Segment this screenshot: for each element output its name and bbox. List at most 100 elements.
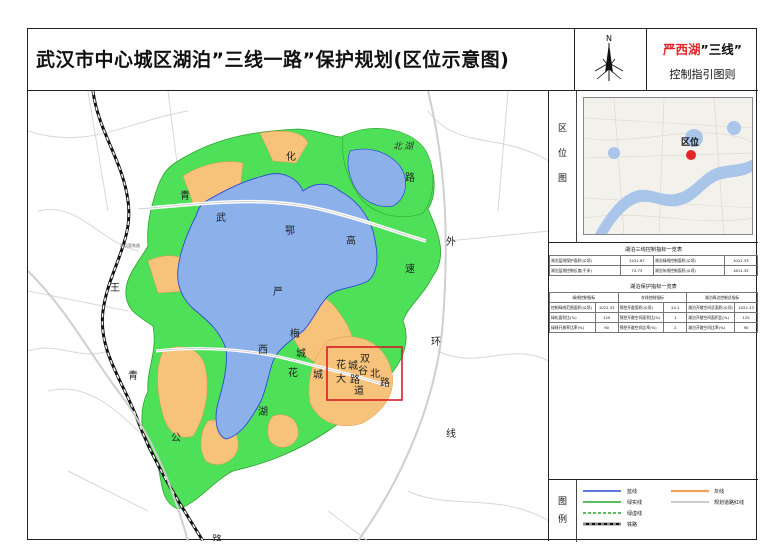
location-marker-label: 区位 — [681, 138, 700, 148]
table-cell: 预控开敞空间比率(%) — [617, 322, 665, 333]
table-cell: 湖泊蓝线控制长度(千米) — [549, 265, 621, 276]
location-mini-map[interactable]: 区位 — [583, 97, 753, 235]
map-label-lu-2: 路 — [350, 375, 360, 386]
table-row: 绿化面积比(%) 120 预控开敞空间面积比(%) 1 湖泊开敞空间面积比(%)… — [549, 312, 758, 323]
table-cell: 1422.87 — [619, 255, 654, 266]
table-cell: 预控开敞空间面积比(%) — [617, 312, 665, 323]
map-label-e: 鄂 — [285, 226, 295, 237]
table1: 湖泊蓝线保护面积(公顷) 1422.87 湖泊绿线控制面积(公顷) 1022.3… — [549, 255, 759, 276]
railway-note: 沪汉蓉铁路 — [120, 243, 140, 248]
lake-label-xi: 西 — [258, 345, 268, 356]
legend-item-label: 绿虚线 — [627, 511, 643, 517]
table2: 绿线控制指标 灰线控制指标 湖泊周边控制总指标 控制绿线范围面积(公顷) 102… — [549, 292, 758, 333]
map-label-su: 速 — [405, 264, 415, 275]
map-label-beihu-1: 北 — [393, 142, 403, 152]
legend-swatches — [583, 489, 709, 526]
map-label-cheng-3: 城 — [348, 361, 358, 372]
table-cell: 1 — [663, 312, 688, 323]
table-cell: 72.73 — [619, 265, 654, 276]
location-marker — [686, 150, 696, 160]
table-cell: 绿化面积比(%) — [549, 312, 596, 323]
map-label-hua-1: 花 — [288, 368, 298, 379]
lake-label-yan: 严 — [273, 287, 283, 298]
map-label-mei: 梅 — [290, 329, 300, 340]
table-cell: 湖泊绿线控制面积(公顷) — [652, 255, 725, 266]
table-header-cell: 灰线控制指标 — [617, 292, 688, 303]
table-cell: 湖泊开敞空间面积比(%) — [686, 312, 736, 323]
map-label-huaxiang-2: 路 — [405, 173, 415, 184]
table-cell: 24.1 — [663, 302, 688, 313]
map-label-cheng-1: 城 — [296, 349, 306, 360]
table2-title: 湖泊保护指标一览表 — [630, 284, 677, 290]
location-label-char-2: 位 — [558, 149, 568, 159]
legend-item-label: 铁路 — [627, 522, 638, 528]
map-label-huan: 环 — [431, 337, 441, 348]
table-cell: 湖泊灰线控制面积(公顷) — [652, 265, 725, 276]
table-cell: 预控开敞面积(公顷) — [617, 302, 665, 313]
table-row: 湖泊蓝线保护面积(公顷) 1422.87 湖泊绿线控制面积(公顷) 1022.3… — [549, 255, 759, 266]
page-title: 武汉市中心城区湖泊”三线一路”保护规划(区位示意图) — [36, 49, 510, 71]
map-label-hua-2: 花 — [336, 360, 346, 371]
map-label-wu: 武 — [216, 213, 226, 224]
map-label-qing-2: 青 — [128, 371, 138, 382]
table-header-row: 绿线控制指标 灰线控制指标 湖泊周边控制总指标 — [549, 292, 758, 303]
table-cell: 90 — [734, 322, 758, 333]
table-header-cell: 绿线控制指标 — [549, 292, 619, 303]
table1-title: 湖泊三线控制指标一览表 — [624, 247, 683, 253]
table-cell: 1022.33 — [734, 302, 758, 313]
brand-lake-name: 严西湖 — [663, 42, 701, 57]
plan-brand: 严西湖”三线” 控制指引图则 — [646, 29, 758, 91]
table-cell: 湖泊蓝线保护面积(公顷) — [549, 255, 621, 266]
brand-title: 严西湖”三线” — [647, 39, 758, 58]
legend-item-label: 灰线 — [714, 489, 725, 495]
table-cell: 120 — [594, 312, 619, 323]
location-section: 区 位 图 区位 — [549, 91, 758, 243]
map-label-lu: 路 — [212, 535, 222, 541]
map-label-cheng-2: 城 — [313, 370, 323, 381]
map-label-gao: 高 — [346, 236, 356, 247]
map-label-wang: 王 — [110, 283, 120, 294]
map-label-lu-3: 路 — [380, 378, 390, 389]
map-label-beihu-2: 湖 — [404, 142, 414, 152]
north-arrow-panel: N — [574, 29, 646, 91]
legend-item-label: 规划道路红线 — [714, 500, 745, 506]
table-cell: 1611.32 — [723, 265, 759, 276]
location-label-char-3: 图 — [558, 174, 568, 184]
map-label-wai: 外 — [446, 237, 456, 248]
map-label-da: 大 — [336, 374, 346, 385]
table-cell: 控制绿线范围面积(公顷) — [549, 302, 596, 313]
table-cell: 2 — [663, 322, 688, 333]
table-cell: 125 — [734, 312, 758, 323]
map-label-gong: 公 — [171, 433, 181, 444]
legend-section: 图 例 蓝线 绿实线 绿虚线 铁路 灰线 规划道路红线 — [549, 479, 758, 542]
table-cell: 湖泊开敞空间总面积(公顷) — [686, 302, 736, 313]
table-header-cell: 湖泊周边控制总指标 — [686, 292, 758, 303]
table-cell: 湖泊开敞空间比率(%) — [686, 322, 736, 333]
table-row: 湖泊蓝线控制长度(千米) 72.73 湖泊灰线控制面积(公顷) 1611.32 — [549, 265, 759, 276]
north-arrow-icon — [594, 43, 624, 81]
brand-suffix: ”三线” — [700, 42, 742, 57]
yangtze-river — [595, 159, 752, 234]
main-map[interactable]: 化 北 湖 路 青 武 鄂 高 速 外 环 线 严 西 湖 王 青 公 路 梅 … — [28, 91, 549, 541]
info-panel: 区 位 图 区位 湖泊三线控制指标一览表 湖泊蓝线保护面积(公顷) 1422.8… — [549, 91, 759, 542]
map-sheet: 武汉市中心城区湖泊”三线一路”保护规划(区位示意图) N 严西湖”三线” 控制指… — [27, 28, 759, 542]
location-map-canvas — [584, 98, 752, 234]
map-label-qing: 青 — [180, 191, 190, 202]
map-label-bei: 北 — [370, 369, 380, 380]
table-row: 控制绿线范围面积(公顷) 1022.33 预控开敞面积(公顷) 24.1 湖泊开… — [549, 302, 758, 313]
table-row: 绿线开放率比率(%) 90 预控开敞空间比率(%) 2 湖泊开敞空间比率(%) … — [549, 322, 758, 333]
indicator-tables: 湖泊三线控制指标一览表 湖泊蓝线保护面积(公顷) 1422.87 湖泊绿线控制面… — [549, 243, 759, 333]
lake-label-hu: 湖 — [258, 407, 268, 418]
header: 武汉市中心城区湖泊”三线一路”保护规划(区位示意图) N 严西湖”三线” 控制指… — [28, 29, 758, 91]
map-label-xian: 线 — [446, 429, 456, 440]
legend-item-label: 蓝线 — [627, 489, 638, 495]
map-label-huaxiang-1: 化 — [286, 152, 296, 163]
table-cell: 1022.33 — [594, 302, 619, 313]
brand-subtitle: 控制指引图则 — [669, 68, 736, 81]
legend-item-label: 绿实线 — [627, 500, 643, 506]
location-label-char-1: 区 — [558, 124, 568, 134]
table-cell: 1022.33 — [723, 255, 759, 266]
table-cell: 绿线开放率比率(%) — [549, 322, 596, 333]
table-cell: 90 — [594, 322, 619, 333]
location-label-cell: 区 位 图 — [549, 91, 577, 243]
